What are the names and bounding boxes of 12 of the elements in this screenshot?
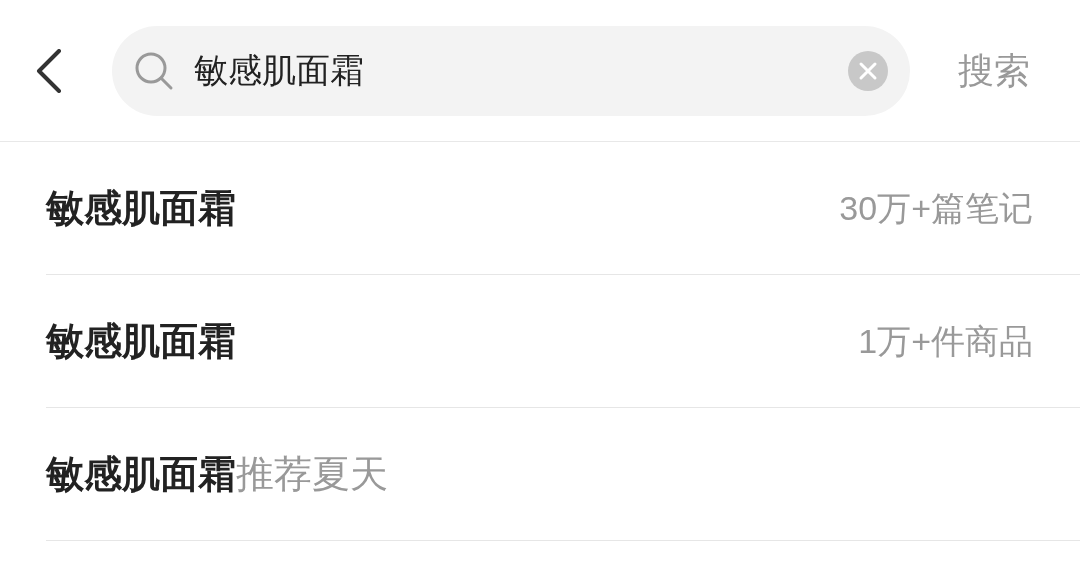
search-field[interactable]: 敏感肌面霜 bbox=[174, 45, 848, 96]
suggestion-row[interactable]: 敏感肌面霜推荐夏天 bbox=[46, 408, 1080, 541]
suggestion-row[interactable]: 敏感肌面霜 1万+件商品 bbox=[46, 275, 1080, 408]
result-count: 30万+篇笔记 bbox=[839, 187, 1033, 229]
search-icon bbox=[134, 50, 174, 91]
search-bar[interactable]: 敏感肌面霜 bbox=[112, 25, 910, 116]
suggestion-text: 敏感肌面霜推荐夏天 bbox=[46, 451, 388, 497]
result-count: 1万+件商品 bbox=[858, 320, 1033, 362]
suggestion-text: 敏感肌面霜 bbox=[46, 185, 236, 231]
suggestion-row[interactable]: 敏感肌面霜 30万+篇笔记 bbox=[46, 142, 1080, 275]
suggestion-text: 敏感肌面霜 bbox=[46, 318, 236, 364]
back-icon[interactable] bbox=[36, 48, 62, 93]
